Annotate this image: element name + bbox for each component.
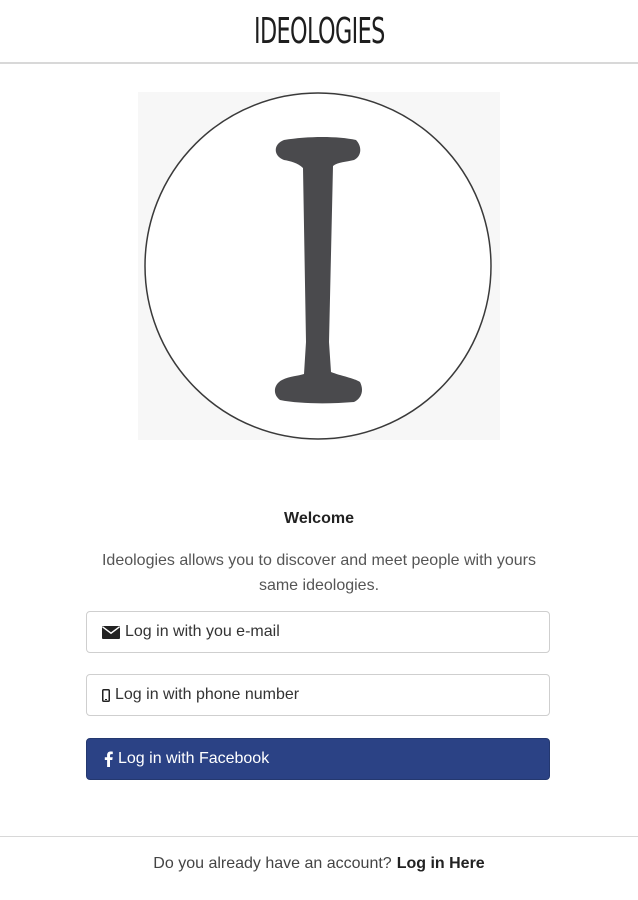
app-logo [138,92,500,440]
app-header: IDEOLOGIES [0,0,638,64]
app-title: IDEOLOGIES [253,11,385,52]
login-here-link[interactable]: Log in Here [397,855,485,900]
page-footer: Do you already have an account? Log in H… [0,836,638,900]
login-facebook-label: Log in with Facebook [118,750,270,767]
welcome-description: Ideologies allows you to discover and me… [101,552,537,594]
facebook-icon [104,751,113,767]
login-email-button[interactable]: Log in with you e-mail [86,611,550,653]
login-email-label: Log in with you e-mail [125,623,280,640]
account-prompt: Do you already have an account? [153,855,392,872]
login-phone-label: Log in with phone number [115,686,300,703]
welcome-heading: Welcome [284,510,354,527]
login-facebook-button[interactable]: Log in with Facebook [86,738,550,780]
login-phone-button[interactable]: Log in with phone number [86,674,550,716]
login-page: IDEOLOGIES Welcome Ideologies allows you… [0,0,638,900]
mobile-phone-icon [102,688,110,702]
envelope-icon [102,625,120,639]
logo-circle-icon [144,92,492,440]
